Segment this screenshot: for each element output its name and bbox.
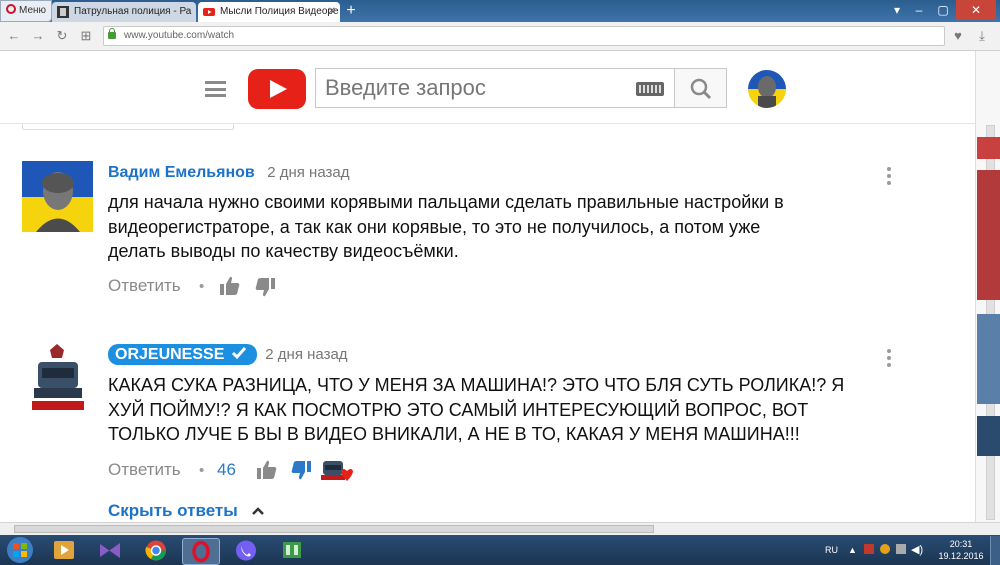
previous-element-edge <box>22 123 234 130</box>
maximize-icon[interactable]: ▢ <box>932 0 954 20</box>
thumb-down-icon[interactable] <box>254 276 276 298</box>
comment-header: Вадим Емельянов 2 дня назад <box>108 164 349 182</box>
search-icon <box>690 78 712 100</box>
guide-menu-icon[interactable] <box>205 81 226 97</box>
speed-dial-icon[interactable]: ⊞ <box>78 28 94 44</box>
search-button[interactable] <box>674 68 727 108</box>
sidebar-video-thumbnail[interactable] <box>977 416 1000 456</box>
keyboard-icon[interactable] <box>636 82 664 96</box>
tab-patrol-police[interactable]: Патрульная полиция - Ра <box>52 2 196 22</box>
comment-text: для начала нужно своими корявыми пальцам… <box>108 192 784 261</box>
network-icon[interactable] <box>896 544 906 554</box>
tab-youtube[interactable]: Мысли Полиция Видеоре ✕ <box>198 2 340 22</box>
media-player-icon[interactable] <box>46 538 82 563</box>
close-window-icon[interactable]: ✕ <box>956 0 996 20</box>
viber-icon[interactable] <box>228 538 264 563</box>
reload-icon[interactable]: ↻ <box>54 28 70 44</box>
reply-button[interactable]: Ответить <box>108 460 181 480</box>
comment-header: ORJEUNESSE 2 дня назад <box>108 344 348 365</box>
clock-time[interactable]: 20:31 <box>940 539 982 549</box>
visual-studio-icon[interactable] <box>92 538 128 563</box>
hide-replies-button[interactable]: Скрыть ответы <box>108 501 265 521</box>
comment-menu-icon[interactable] <box>887 167 891 188</box>
url-field[interactable]: www.youtube.com/watch <box>103 26 945 46</box>
input-language-indicator[interactable]: RU <box>825 545 838 555</box>
comment-text: КАКАЯ СУКА РАЗНИЦА, ЧТО У МЕНЯ ЗА МАШИНА… <box>108 375 845 444</box>
back-icon[interactable]: ← <box>6 28 22 44</box>
commenter-avatar[interactable] <box>22 344 93 415</box>
comment-menu-icon[interactable] <box>887 349 891 370</box>
minimize-icon[interactable]: – <box>908 0 930 20</box>
tray-flag-icon[interactable] <box>864 544 874 554</box>
like-count: 46 <box>217 460 236 479</box>
sidebar-video-thumbnail[interactable] <box>977 314 1000 404</box>
network-app-icon[interactable] <box>274 538 310 563</box>
separator-dot: • <box>199 462 205 479</box>
new-tab-button[interactable]: + <box>343 2 359 20</box>
download-icon[interactable]: ⤓ <box>974 28 990 44</box>
forward-icon[interactable]: → <box>30 28 46 44</box>
sidebar-video-thumbnail[interactable] <box>977 170 1000 300</box>
account-avatar[interactable] <box>748 70 786 108</box>
volume-icon[interactable]: ◀) <box>911 543 923 556</box>
search-input[interactable] <box>315 68 675 108</box>
show-desktop-button[interactable] <box>990 536 1000 565</box>
opera-taskbar-icon[interactable] <box>182 538 220 565</box>
verified-check-icon <box>231 347 246 360</box>
tray-app-icon[interactable] <box>880 544 890 554</box>
tab-menu-icon[interactable]: ▾ <box>886 0 908 20</box>
creator-heart-icon <box>321 461 353 481</box>
chevron-up-icon <box>251 507 264 515</box>
separator-dot: • <box>199 278 205 295</box>
thumb-up-icon[interactable] <box>256 459 278 481</box>
heart-bookmark-icon[interactable]: ♥ <box>950 28 966 44</box>
comment-author-badge[interactable]: ORJEUNESSE <box>108 344 258 365</box>
chrome-icon[interactable] <box>138 538 174 563</box>
comment-author[interactable]: Вадим Емельянов <box>108 164 255 181</box>
opera-logo-icon <box>6 4 16 14</box>
comment-time[interactable]: 2 дня назад <box>267 164 349 181</box>
lock-icon <box>108 28 116 39</box>
commenter-avatar[interactable] <box>22 161 93 232</box>
comment-time[interactable]: 2 дня назад <box>265 346 347 363</box>
close-tab-icon[interactable]: ✕ <box>328 2 336 22</box>
start-button-icon[interactable] <box>2 535 38 565</box>
clock-date[interactable]: 19.12.2016 <box>938 551 984 561</box>
youtube-logo[interactable] <box>248 69 306 109</box>
sidebar-video-thumbnail[interactable] <box>977 137 1000 159</box>
reply-button[interactable]: Ответить <box>108 276 181 296</box>
thumb-up-icon[interactable] <box>219 275 241 297</box>
opera-menu-button[interactable]: Меню <box>0 0 52 22</box>
patrol-favicon-icon <box>57 6 69 18</box>
tray-expand-icon[interactable]: ▲ <box>848 545 857 555</box>
horizontal-scroll-thumb[interactable] <box>14 525 654 533</box>
youtube-favicon-icon <box>203 8 215 16</box>
thumb-down-active-icon[interactable] <box>290 459 312 481</box>
